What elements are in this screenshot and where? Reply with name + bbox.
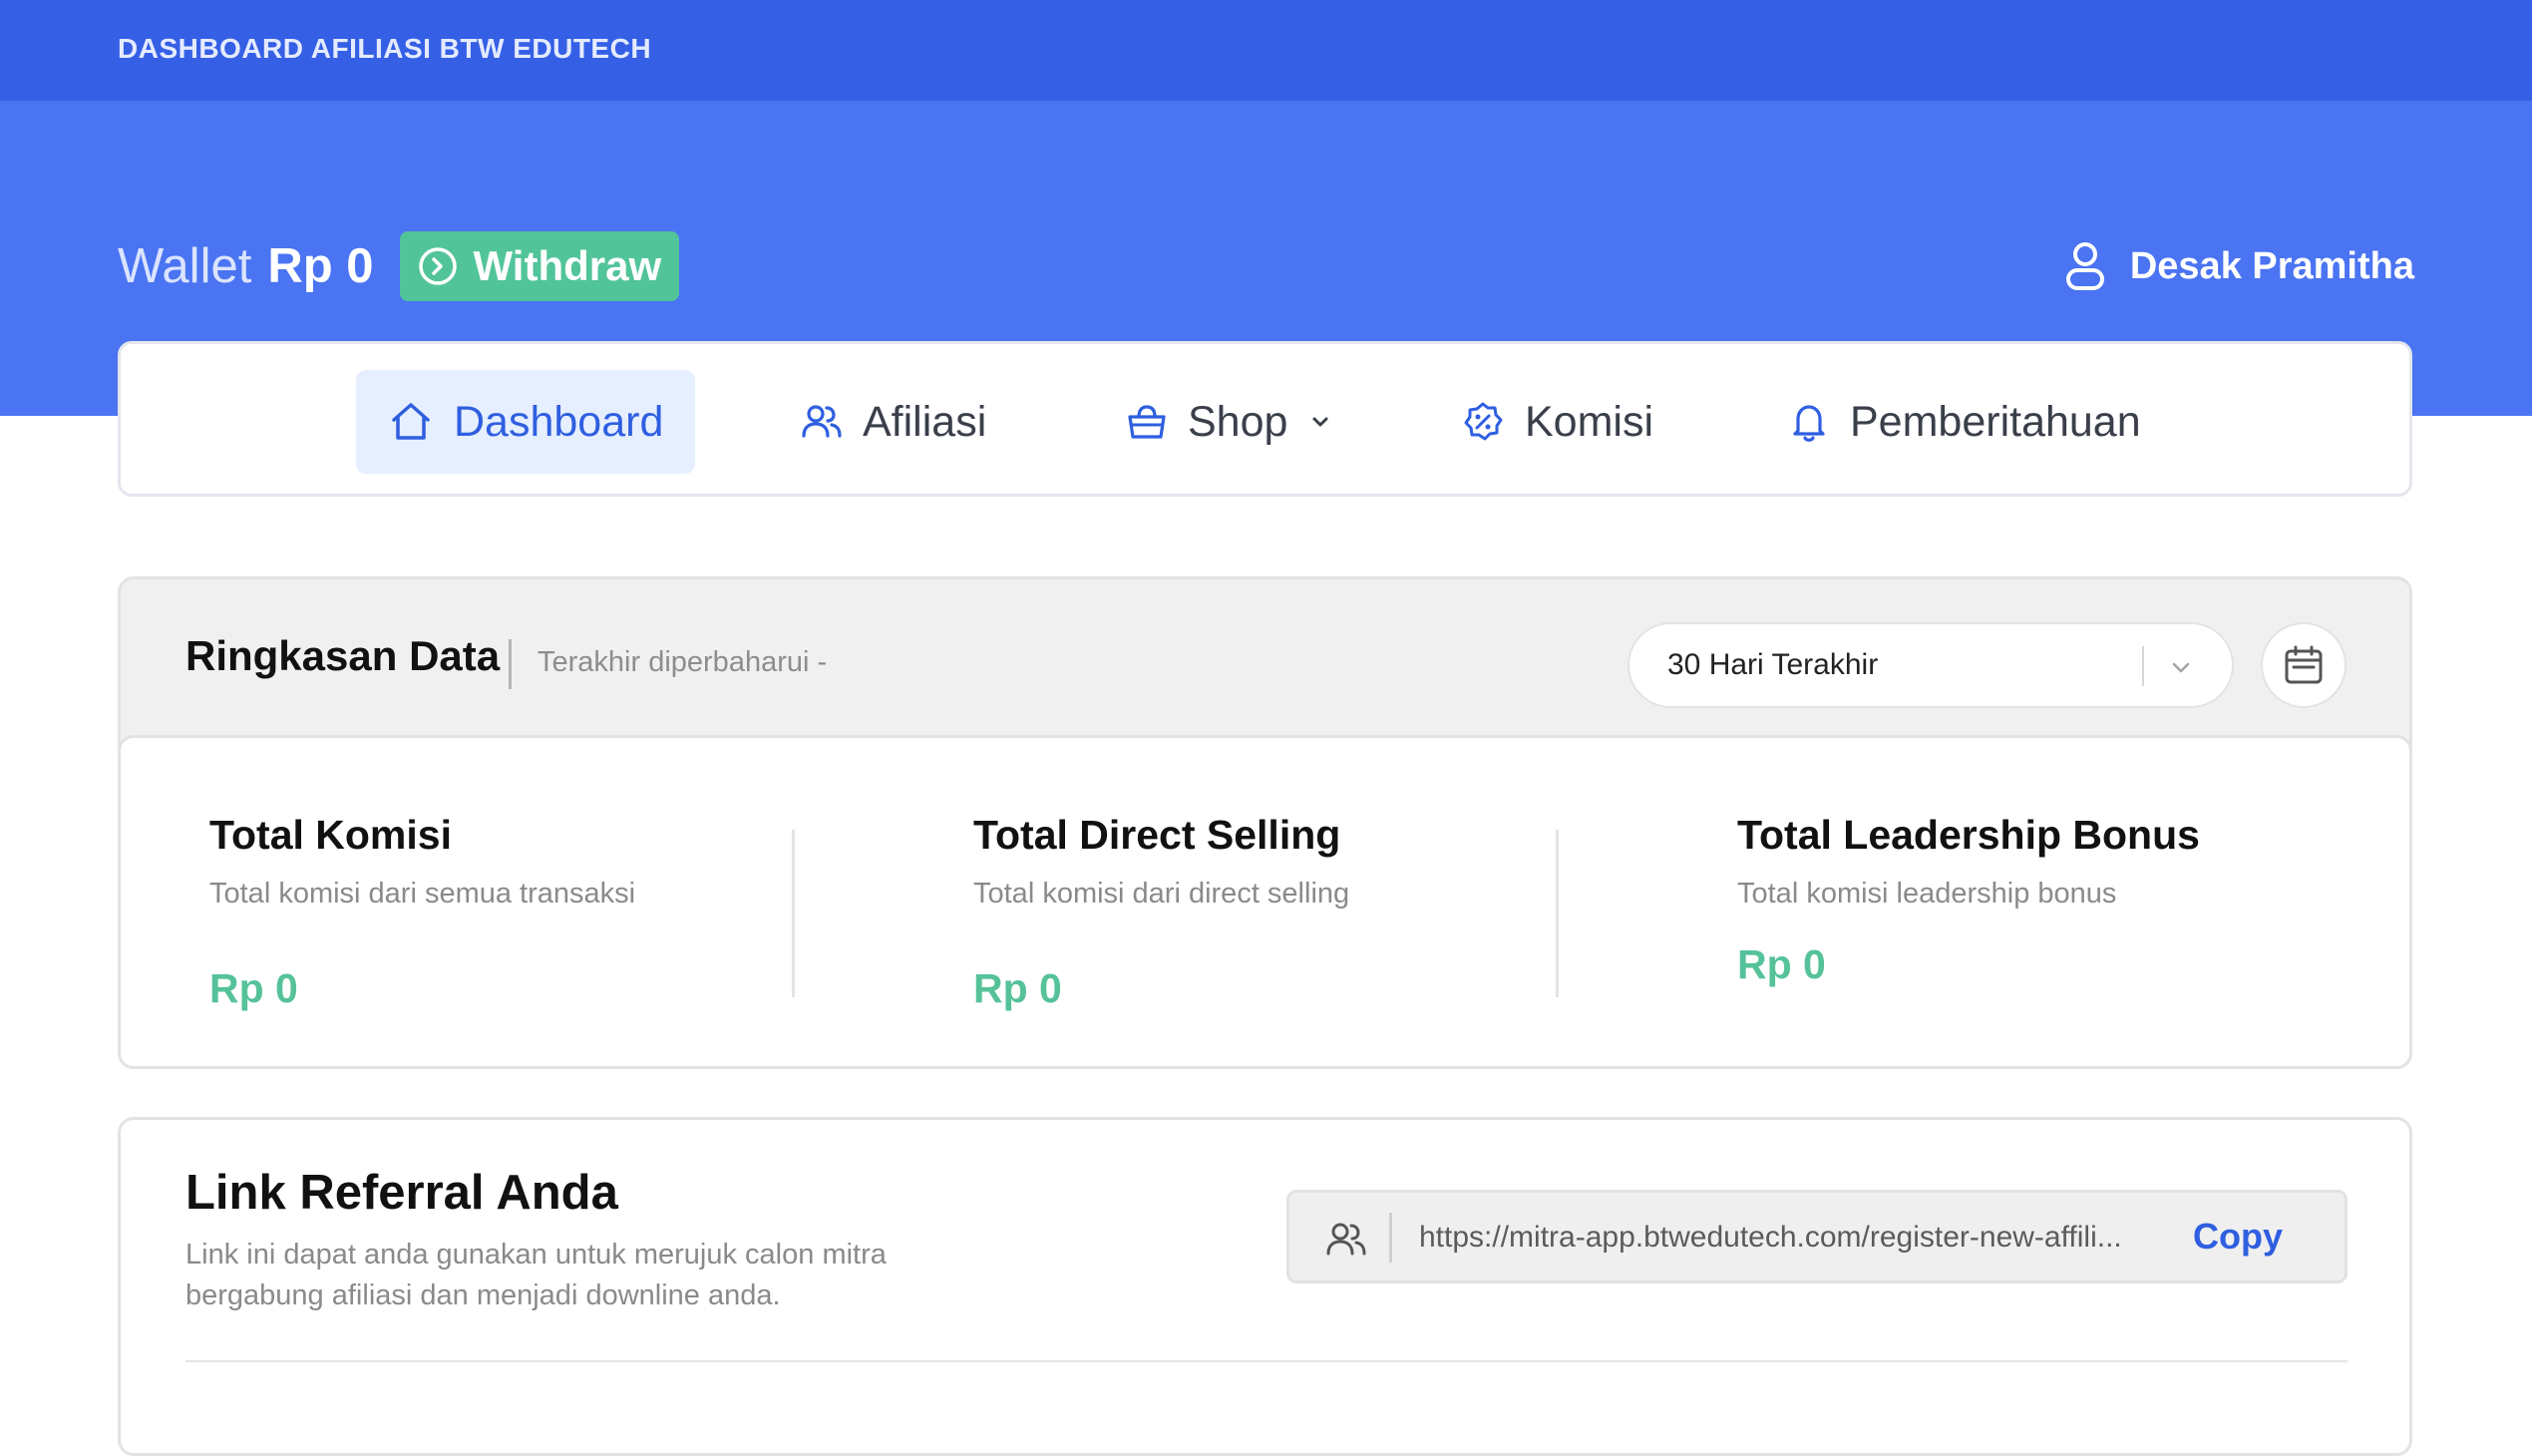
stat-direct-selling-title: Total Direct Selling [973,812,1341,858]
stat-leadership-desc: Total komisi leadership bonus [1737,878,2117,910]
top-bar: DASHBOARD AFILIASI BTW EDUTECH [0,0,2532,101]
stat-total-komisi-title: Total Komisi [209,812,452,858]
main-nav: Dashboard Afiliasi Shop Komisi Pemberita… [118,341,2412,497]
brand-title: DASHBOARD AFILIASI BTW EDUTECH [118,33,652,64]
discount-badge-icon [1464,402,1503,441]
stat-leadership-value: Rp 0 [1737,941,1826,987]
nav-shop[interactable]: Shop [1126,370,1333,474]
bell-icon [1793,405,1825,442]
summary-title: Ringkasan Data [185,632,501,679]
stat-leadership-title: Total Leadership Bonus [1737,812,2200,858]
select-divider [2142,646,2144,686]
chevron-down-icon [1312,417,1328,427]
field-divider [1389,1213,1392,1263]
column-divider [1556,830,1559,997]
period-select[interactable]: 30 Hari Terakhir [1628,622,2234,708]
wallet-summary: Wallet Rp 0 Withdraw [118,231,680,301]
withdraw-icon [418,247,457,285]
user-menu[interactable]: Desak Pramitha [2064,231,2414,301]
calendar-button[interactable] [2261,622,2347,708]
stat-direct-selling-desc: Total komisi dari direct selling [973,878,1350,910]
nav-komisi[interactable]: Komisi [1461,370,1653,474]
basket-icon [1128,405,1166,439]
nav-komisi-label: Komisi [1525,397,1654,446]
section-divider [185,1360,2348,1362]
home-icon [392,403,430,440]
copy-button[interactable]: Copy [2193,1216,2283,1258]
users-icon [1326,1223,1366,1256]
nav-shop-label: Shop [1188,397,1288,446]
stat-direct-selling-value: Rp 0 [973,965,1062,1011]
nav-dashboard-label: Dashboard [454,397,664,446]
column-divider [792,830,795,997]
period-value: 30 Hari Terakhir [1667,648,1879,681]
users-icon [802,405,842,438]
calendar-icon [2285,645,2323,684]
user-icon [2065,242,2104,290]
chevron-down-icon [2172,662,2190,673]
nav-pemberitahuan[interactable]: Pemberitahuan [1788,370,2141,474]
referral-url[interactable]: https://mitra-app.btwedutech.com/registe… [1419,1221,2122,1255]
wallet-amount: Rp 0 [267,239,374,293]
nav-pemberitahuan-label: Pemberitahuan [1850,397,2141,446]
wallet-label: Wallet [118,239,252,293]
referral-title: Link Referral Anda [185,1166,618,1220]
nav-afiliasi[interactable]: Afiliasi [801,370,986,474]
stat-total-komisi-desc: Total komisi dari semua transaksi [209,878,636,910]
user-name: Desak Pramitha [2129,244,2414,287]
referral-link-field: https://mitra-app.btwedutech.com/registe… [1286,1190,2348,1283]
stat-total-komisi-value: Rp 0 [209,965,298,1011]
title-divider [509,639,512,689]
referral-description: Link ini dapat anda gunakan untuk meruju… [185,1239,887,1311]
nav-dashboard[interactable]: Dashboard [356,370,696,474]
last-updated: Terakhir diperbaharui - [538,646,828,678]
nav-afiliasi-label: Afiliasi [863,397,987,446]
withdraw-label: Withdraw [473,242,662,289]
withdraw-button[interactable]: Withdraw [399,231,680,301]
